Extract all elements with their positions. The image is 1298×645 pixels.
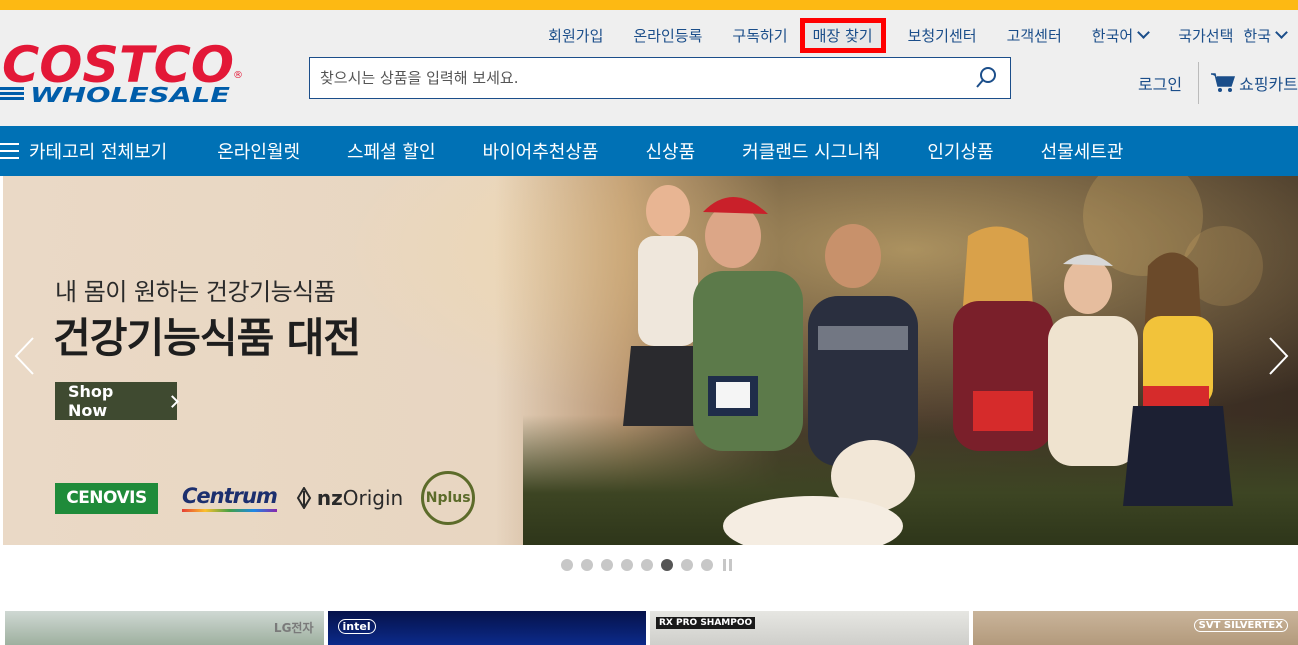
carousel-indicators: [561, 559, 735, 571]
top-accent-strip: [0, 0, 1298, 10]
brand-nz-prefix: nz: [316, 486, 343, 510]
promo-tile-intel[interactable]: intel: [327, 611, 646, 645]
promo-tile-label: intel: [337, 619, 376, 634]
brand-nz-suffix: Origin: [342, 486, 404, 510]
login-link[interactable]: 로그인: [1138, 71, 1198, 95]
hero-subtitle: 내 몸이 원하는 건강기능식품: [55, 278, 336, 306]
country-select-label: 국가선택: [1178, 26, 1234, 45]
brand-logo-cenovis: CENOVIS: [55, 482, 158, 514]
cart-link[interactable]: 쇼핑카트: [1211, 71, 1298, 95]
carousel-dot[interactable]: [701, 559, 713, 571]
util-link-customer-center[interactable]: 고객센터: [1007, 25, 1062, 46]
promo-tile-rxpro[interactable]: RX PRO SHAMPOO: [650, 611, 969, 645]
search-input[interactable]: [310, 69, 964, 87]
language-selector[interactable]: 한국어: [1091, 25, 1151, 46]
account-area: 로그인 쇼핑카트: [1138, 62, 1298, 104]
pause-icon[interactable]: [723, 559, 735, 571]
carousel-dot[interactable]: [641, 559, 653, 571]
search-icon: [976, 67, 996, 88]
nav-item-new-products[interactable]: 신상품: [645, 138, 695, 164]
util-link-hearing-aid[interactable]: 보청기센터: [908, 25, 977, 46]
nav-item-buyer-picks[interactable]: 바이어추천상품: [483, 138, 599, 164]
util-link-subscribe[interactable]: 구독하기: [732, 25, 787, 46]
search-bar: [309, 57, 1011, 99]
country-selector[interactable]: 국가선택 한국: [1178, 25, 1288, 46]
cart-label: 쇼핑카트: [1239, 75, 1298, 94]
carousel-next-button[interactable]: [1268, 336, 1290, 376]
promo-tile-label: SVT SILVERTEX: [1193, 619, 1288, 632]
util-link-store-finder[interactable]: 매장 찾기: [799, 17, 886, 53]
nav-item-popular[interactable]: 인기상품: [927, 138, 993, 164]
carousel-dot[interactable]: [581, 559, 593, 571]
language-label: 한국어: [1091, 26, 1134, 45]
costco-logo-graphic: COSTCO WHOLESALE ®: [0, 36, 243, 107]
all-categories-button[interactable]: 카테고리 전체보기: [0, 138, 167, 164]
main-nav: 카테고리 전체보기 온라인월렛 스페셜 할인 바이어추천상품 신상품 커클랜드 …: [0, 126, 1298, 176]
costco-logo[interactable]: COSTCO WHOLESALE ®: [0, 32, 245, 112]
chevron-right-icon: [166, 394, 179, 408]
carousel-dot[interactable]: [661, 559, 673, 571]
logo-registered: ®: [233, 70, 243, 81]
logo-line2: WHOLESALE: [30, 83, 230, 107]
site-header: COSTCO WHOLESALE ® 회원가입 온라인등록 구독하기 매장 찾기…: [0, 10, 1298, 126]
brand-logos: CENOVIS Centrum nz Origin Nplus: [55, 471, 476, 525]
search-button[interactable]: [964, 58, 1010, 98]
brand-logo-nzorigin: nz Origin: [295, 486, 403, 510]
all-categories-label: 카테고리 전체보기: [29, 142, 168, 163]
chevron-down-icon: [1137, 26, 1151, 39]
account-divider: [1198, 62, 1200, 104]
carousel-prev-button[interactable]: [13, 336, 35, 376]
promo-tile-label: LG전자: [273, 621, 314, 635]
shop-now-button[interactable]: Shop Now: [55, 382, 179, 420]
util-link-online-register[interactable]: 온라인등록: [633, 25, 702, 46]
utility-nav: 회원가입 온라인등록 구독하기 매장 찾기 보청기센터 고객센터 한국어 국가선…: [518, 17, 1288, 53]
nav-item-special-discount[interactable]: 스페셜 할인: [347, 138, 436, 164]
nav-item-kirkland-signature[interactable]: 커클랜드 시그니춰: [742, 138, 880, 164]
cart-icon: [1211, 73, 1236, 92]
brand-logo-centrum: Centrum: [182, 484, 278, 512]
promo-tile-silvertex[interactable]: SVT SILVERTEX: [972, 611, 1298, 645]
family-photo-image: [623, 176, 1263, 545]
brand-logo-nplus: Nplus: [421, 471, 476, 525]
shop-now-label: Shop Now: [68, 382, 114, 420]
chevron-left-icon: [14, 337, 34, 375]
carousel-dot[interactable]: [681, 559, 693, 571]
hero-banner[interactable]: 내 몸이 원하는 건강기능식품 건강기능식품 대전 Shop Now CENOV…: [3, 176, 1298, 545]
chevron-down-icon: [1275, 26, 1288, 39]
fern-icon: [296, 487, 312, 509]
util-link-signup[interactable]: 회원가입: [548, 25, 603, 46]
nav-item-online-wallet[interactable]: 온라인월렛: [217, 138, 300, 164]
hero-title: 건강기능식품 대전: [53, 314, 361, 362]
chevron-right-icon: [1269, 337, 1289, 375]
carousel-dot[interactable]: [601, 559, 613, 571]
promo-tiles: LG전자 intel RX PRO SHAMPOO SVT SILVERTEX: [5, 611, 1298, 645]
promo-tile-lg[interactable]: LG전자: [5, 611, 324, 645]
hamburger-icon: [0, 143, 19, 159]
country-value: 한국: [1243, 26, 1271, 45]
nav-item-gift-sets[interactable]: 선물세트관: [1041, 138, 1124, 164]
carousel-dot[interactable]: [621, 559, 633, 571]
promo-tile-label: RX PRO SHAMPOO: [656, 617, 756, 629]
carousel-dot[interactable]: [561, 559, 573, 571]
